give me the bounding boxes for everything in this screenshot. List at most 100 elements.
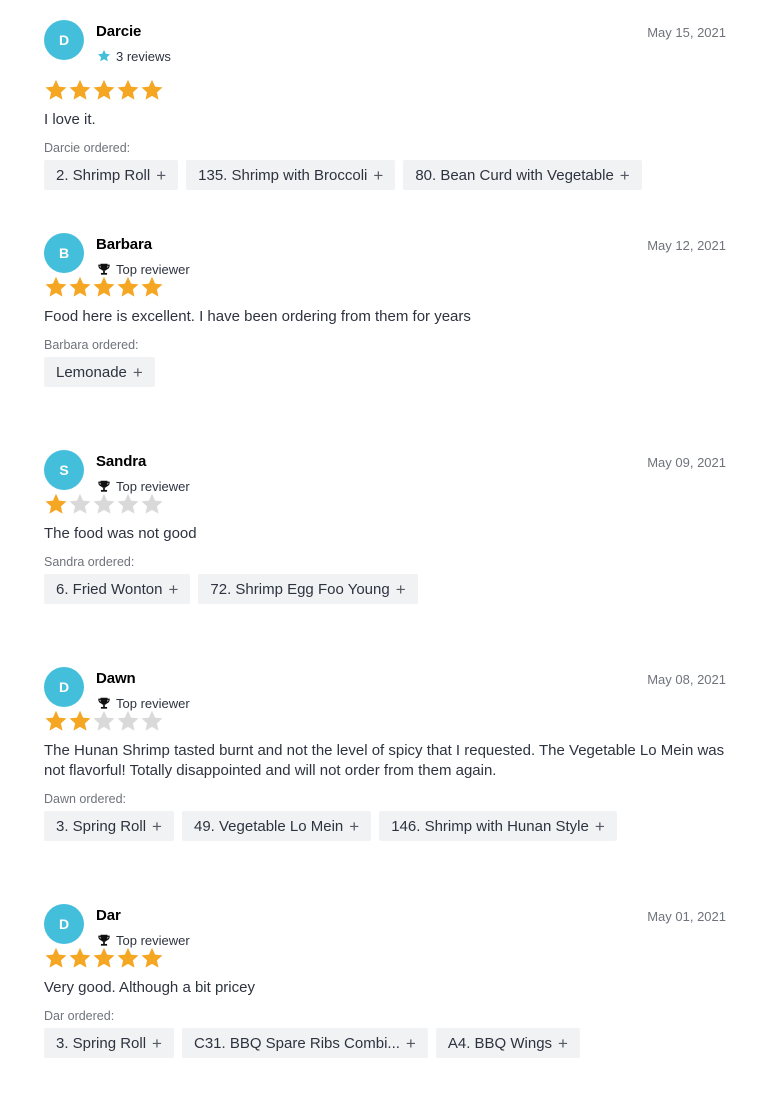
reviewer-name[interactable]: Dawn bbox=[96, 670, 136, 687]
ordered-item-label: C31. BBQ Spare Ribs Combi... bbox=[193, 1034, 400, 1052]
star-filled-icon bbox=[92, 946, 116, 970]
ordered-items: 3. Spring Roll + C31. BBQ Spare Ribs Combi… bbox=[44, 1028, 580, 1058]
ordered-item-chip[interactable]: 135. Shrimp with Broccoli + bbox=[186, 160, 396, 190]
star-empty-icon bbox=[140, 492, 164, 516]
star-rating bbox=[44, 275, 164, 299]
review-date: May 12, 2021 bbox=[647, 238, 726, 253]
reviewer-badge: 3 reviews bbox=[96, 47, 171, 65]
avatar: D bbox=[44, 904, 84, 944]
star-empty-icon bbox=[92, 492, 116, 516]
review-text: I love it. bbox=[44, 111, 96, 128]
star-rating bbox=[44, 78, 164, 102]
ordered-label: Dawn ordered: bbox=[44, 792, 126, 806]
ordered-item-chip[interactable]: 146. Shrimp with Hunan Style + bbox=[379, 811, 617, 841]
ordered-item-chip[interactable]: 6. Fried Wonton + bbox=[44, 574, 191, 604]
avatar: B bbox=[44, 233, 84, 273]
star-filled-icon bbox=[92, 78, 116, 102]
star-filled-icon bbox=[92, 275, 116, 299]
add-icon: + bbox=[132, 362, 143, 382]
star-filled-icon bbox=[44, 946, 68, 970]
star-filled-icon bbox=[116, 78, 140, 102]
ordered-label: Darcie ordered: bbox=[44, 141, 131, 155]
reviewer-name[interactable]: Darcie bbox=[96, 23, 141, 40]
star-filled-icon bbox=[44, 709, 68, 733]
add-icon: + bbox=[619, 165, 630, 185]
add-icon: + bbox=[373, 165, 384, 185]
review-card: S Sandra Top reviewer May 09, 2021 The food … bbox=[44, 450, 726, 667]
add-icon: + bbox=[168, 579, 179, 599]
ordered-item-chip[interactable]: 3. Spring Roll + bbox=[44, 1028, 174, 1058]
add-icon: + bbox=[152, 1033, 162, 1053]
reviewer-name[interactable]: Dar bbox=[96, 907, 121, 924]
ordered-item-chip[interactable]: C31. BBQ Spare Ribs Combi... + bbox=[181, 1028, 428, 1058]
ordered-item-label: 72. Shrimp Egg Foo Young bbox=[210, 580, 390, 598]
star-filled-icon bbox=[68, 946, 92, 970]
ordered-item-chip[interactable]: A4. BBQ Wings + bbox=[435, 1028, 580, 1058]
star-filled-icon bbox=[68, 709, 92, 733]
ordered-item-chip[interactable]: 72. Shrimp Egg Foo Young + bbox=[198, 574, 418, 604]
star-filled-icon bbox=[44, 78, 68, 102]
star-filled-icon bbox=[140, 275, 164, 299]
avatar: D bbox=[44, 20, 84, 60]
star-filled-icon bbox=[140, 78, 164, 102]
star-empty-icon bbox=[68, 492, 92, 516]
review-text: The food was not good bbox=[44, 525, 197, 542]
ordered-label: Dar ordered: bbox=[44, 1009, 115, 1023]
review-card: D Dawn Top reviewer May 08, 2021 The Hunan S… bbox=[44, 667, 726, 884]
ordered-item-chip[interactable]: 49. Vegetable Lo Mein + bbox=[181, 811, 372, 841]
review-card: B Barbara Top reviewer May 12, 2021 Food her… bbox=[44, 233, 726, 450]
star-filled-icon bbox=[116, 275, 140, 299]
ordered-item-chip[interactable]: 80. Bean Curd with Vegetable + bbox=[403, 160, 642, 190]
review-text: The Hunan Shrimp tasted burnt and not th… bbox=[44, 742, 725, 779]
review-card: D Darcie 3 reviews May 15, 2021 I love it. Da… bbox=[44, 20, 726, 237]
star-filled-icon bbox=[68, 78, 92, 102]
ordered-item-label: 3. Spring Roll bbox=[56, 1034, 147, 1052]
reviewer-name[interactable]: Barbara bbox=[96, 236, 152, 253]
review-card: D Dar Top reviewer May 01, 2021 Very good. A… bbox=[44, 904, 726, 1100]
star-filled-icon bbox=[116, 946, 140, 970]
ordered-items: Lemonade + bbox=[44, 357, 155, 387]
review-text: Food here is excellent. I have been orde… bbox=[44, 308, 471, 325]
badge-text: 3 reviews bbox=[116, 48, 171, 64]
ordered-item-label: 135. Shrimp with Broccoli bbox=[198, 166, 368, 184]
ordered-item-label: Lemonade bbox=[56, 363, 127, 381]
ordered-item-label: 6. Fried Wonton bbox=[56, 580, 163, 598]
ordered-item-chip[interactable]: 3. Spring Roll + bbox=[44, 811, 174, 841]
ordered-items: 2. Shrimp Roll +135. Shrimp with Broccoli… bbox=[44, 160, 642, 190]
ordered-label: Barbara ordered: bbox=[44, 338, 139, 352]
add-icon: + bbox=[349, 816, 360, 836]
star-empty-icon bbox=[116, 709, 140, 733]
star-filled-icon bbox=[44, 275, 68, 299]
ordered-item-label: 80. Bean Curd with Vegetable bbox=[415, 166, 614, 184]
ordered-item-chip[interactable]: 2. Shrimp Roll + bbox=[44, 160, 179, 190]
star-empty-icon bbox=[116, 492, 140, 516]
reviewer-name[interactable]: Sandra bbox=[96, 453, 146, 470]
star-rating bbox=[44, 492, 164, 516]
ordered-items: 3. Spring Roll +49. Vegetable Lo Mein +146… bbox=[44, 811, 617, 841]
add-icon: + bbox=[395, 579, 406, 599]
star-filled-icon bbox=[44, 492, 68, 516]
review-date: May 01, 2021 bbox=[647, 909, 726, 924]
ordered-item-chip[interactable]: Lemonade + bbox=[44, 357, 155, 387]
star-icon bbox=[96, 48, 112, 64]
review-date: May 15, 2021 bbox=[647, 25, 726, 40]
star-filled-icon bbox=[68, 275, 92, 299]
add-icon: + bbox=[152, 816, 162, 836]
ordered-item-label: 2. Shrimp Roll bbox=[56, 166, 151, 184]
star-rating bbox=[44, 709, 164, 733]
add-icon: + bbox=[156, 165, 167, 185]
ordered-item-label: 3. Spring Roll bbox=[56, 817, 147, 835]
avatar: D bbox=[44, 667, 84, 707]
add-icon: + bbox=[405, 1033, 416, 1053]
add-icon: + bbox=[594, 816, 605, 836]
reviews-list: D Darcie 3 reviews May 15, 2021 I love it. Da… bbox=[0, 0, 770, 1100]
review-date: May 09, 2021 bbox=[647, 455, 726, 470]
ordered-item-label: 146. Shrimp with Hunan Style bbox=[391, 817, 589, 835]
avatar: S bbox=[44, 450, 84, 490]
ordered-item-label: 49. Vegetable Lo Mein bbox=[193, 817, 344, 835]
ordered-item-label: A4. BBQ Wings bbox=[447, 1034, 553, 1052]
star-filled-icon bbox=[140, 946, 164, 970]
review-text: Very good. Although a bit pricey bbox=[44, 979, 255, 996]
star-rating bbox=[44, 946, 164, 970]
ordered-label: Sandra ordered: bbox=[44, 555, 135, 569]
